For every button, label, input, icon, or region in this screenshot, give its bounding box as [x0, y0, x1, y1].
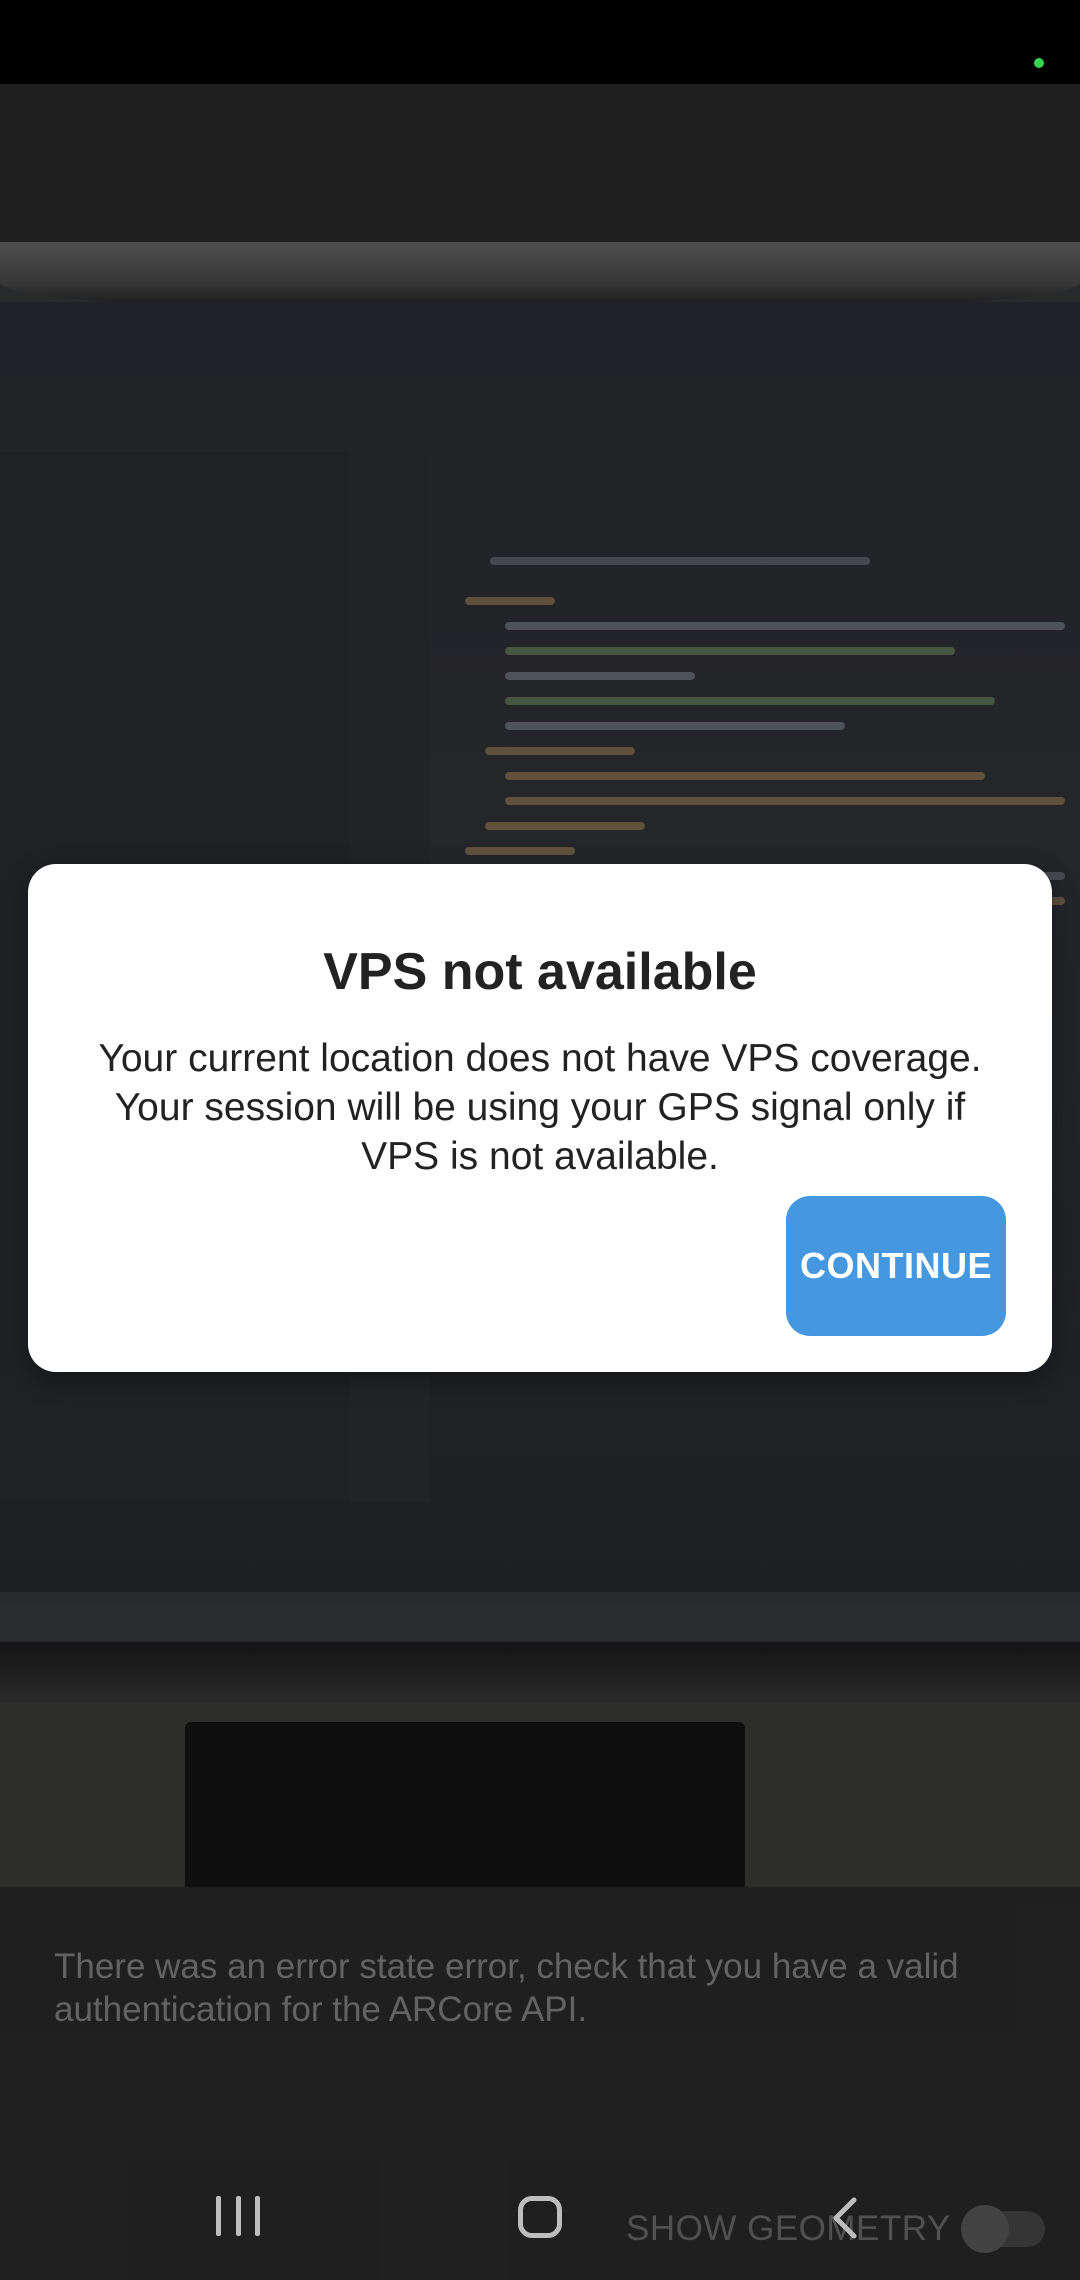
status-bar: [0, 0, 1080, 84]
recents-icon-bar: [235, 2196, 241, 2236]
app-screen: There was an error state error, check th…: [0, 0, 1080, 2280]
continue-button[interactable]: CONTINUE: [786, 1196, 1006, 1336]
recents-icon[interactable]: [216, 2196, 260, 2236]
camera-in-use-indicator: [1034, 58, 1044, 68]
vps-unavailable-dialog: VPS not available Your current location …: [28, 864, 1052, 1372]
recents-icon-bar: [216, 2196, 221, 2236]
back-icon[interactable]: [826, 2196, 866, 2240]
back-icon-glyph: [833, 2197, 857, 2239]
home-icon[interactable]: [518, 2196, 562, 2238]
dialog-title: VPS not available: [323, 943, 757, 1001]
dialog-message: Your current location does not have VPS …: [98, 1037, 982, 1178]
recents-icon-bar: [255, 2196, 260, 2236]
